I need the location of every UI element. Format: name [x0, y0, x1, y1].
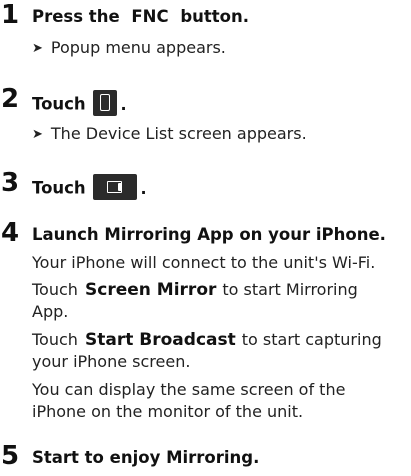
- step-title: Touch .: [32, 174, 147, 202]
- step-title: Press the FNC button.: [32, 8, 249, 26]
- step-number: 4: [1, 218, 20, 248]
- step-title: Launch Mirroring App on your iPhone.: [32, 225, 386, 244]
- body-line: Touch Screen Mirror to start Mirroring: [32, 280, 358, 300]
- step-number: 5: [1, 441, 20, 471]
- body-text: to start Mirroring: [222, 280, 358, 299]
- step-number: 1: [1, 0, 20, 30]
- phone-link-icon: [93, 90, 118, 116]
- result-text: Popup menu appears.: [50, 38, 226, 57]
- step-title-text: Touch: [32, 178, 86, 198]
- body-text: Touch: [32, 280, 78, 299]
- step-title-text: Press the: [32, 7, 126, 26]
- step-result: ➤ Popup menu appears.: [32, 38, 226, 60]
- result-text: The Device List screen appears.: [50, 124, 307, 143]
- body-line: Your iPhone will connect to the unit's W…: [32, 253, 376, 272]
- step-number: 3: [1, 168, 20, 198]
- start-broadcast-keyword: Start Broadcast: [85, 330, 236, 350]
- step-title-text: Touch: [32, 94, 86, 114]
- body-text: to start capturing: [241, 330, 382, 349]
- period: .: [120, 94, 127, 114]
- result-arrow-icon: ➤: [32, 127, 43, 142]
- step-result: ➤ The Device List screen appears.: [32, 124, 307, 146]
- screen-mirror-icon: [93, 174, 138, 200]
- step-title: Start to enjoy Mirroring.: [32, 448, 260, 467]
- step-title-text-end: button.: [174, 7, 250, 26]
- body-text: Touch: [32, 330, 78, 349]
- body-line: Touch Start Broadcast to start capturing: [32, 330, 382, 350]
- body-line: your iPhone screen.: [32, 352, 191, 371]
- screen-mirror-keyword: Screen Mirror: [85, 280, 217, 300]
- body-line: iPhone on the monitor of the unit.: [32, 402, 304, 421]
- step-number: 2: [1, 84, 20, 114]
- period: .: [140, 178, 147, 198]
- result-arrow-icon: ➤: [32, 41, 43, 56]
- step-title: Touch .: [32, 90, 127, 118]
- fnc-keyword: FNC: [131, 7, 169, 26]
- body-line: App.: [32, 302, 69, 321]
- body-line: You can display the same screen of the: [32, 380, 346, 399]
